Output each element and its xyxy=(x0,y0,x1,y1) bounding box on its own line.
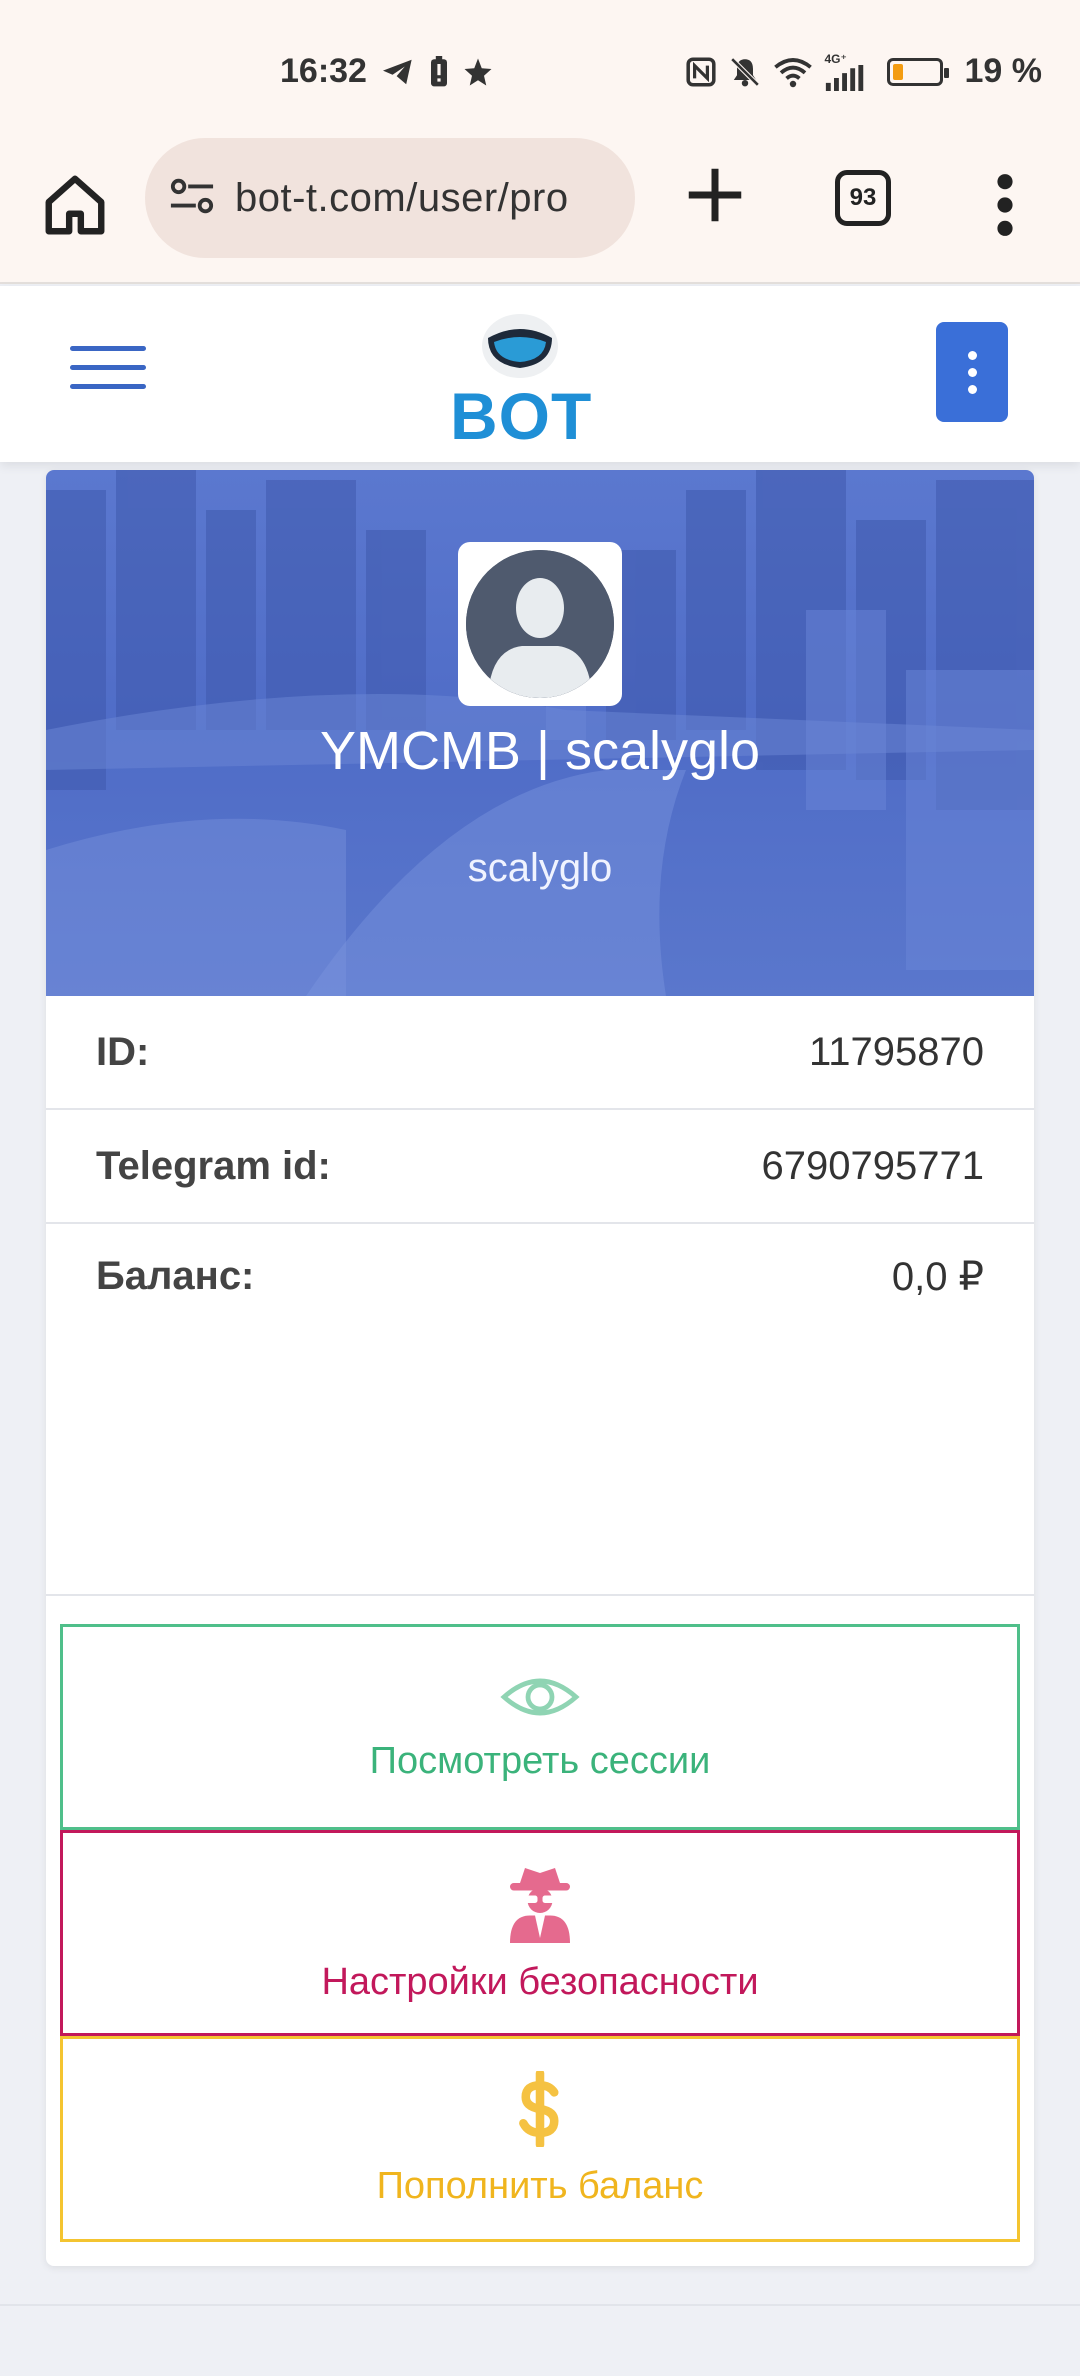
info-row-id: ID: 11795870 xyxy=(46,996,1034,1110)
site-settings-icon[interactable] xyxy=(169,176,215,221)
more-vert-icon xyxy=(997,174,1013,236)
app-header: BOT xyxy=(0,286,1080,462)
view-sessions-button[interactable]: Посмотреть сессии xyxy=(60,1624,1020,1830)
status-bar: 16:32 4G⁺ 19 % xyxy=(0,0,1080,130)
wifi-icon xyxy=(773,56,813,88)
home-icon xyxy=(45,175,105,235)
spy-icon xyxy=(510,1867,570,1943)
id-value: 11795870 xyxy=(809,1029,984,1074)
home-button[interactable] xyxy=(40,170,110,240)
eye-icon xyxy=(500,1678,580,1715)
mute-icon xyxy=(729,56,761,88)
security-settings-button[interactable]: Настройки безопасности xyxy=(60,1830,1020,2036)
top-up-balance-button[interactable]: Пополнить баланс xyxy=(60,2036,1020,2242)
logo-text: BOT xyxy=(450,379,593,453)
telegram-id-value: 6790795771 xyxy=(761,1143,984,1188)
avatar xyxy=(458,542,622,706)
battery-icon xyxy=(886,57,949,86)
app-options-button[interactable] xyxy=(936,322,1008,422)
telegram-icon xyxy=(381,57,415,87)
star-icon xyxy=(463,57,493,87)
telegram-id-label: Telegram id: xyxy=(96,1143,331,1188)
nfc-icon xyxy=(685,56,717,88)
id-label: ID: xyxy=(96,1029,150,1074)
balance-label: Баланс: xyxy=(96,1254,255,1298)
battery-percent: 19 % xyxy=(964,52,1043,90)
user-placeholder-icon xyxy=(466,550,614,698)
signal-icon: 4G⁺ xyxy=(825,53,869,91)
url-text[interactable]: bot-t.com/user/pro xyxy=(235,176,569,221)
plus-icon xyxy=(688,168,742,222)
balance-value: 0,0 ₽ xyxy=(891,1255,984,1299)
status-time-group: 16:32 xyxy=(280,52,493,91)
page-footer-divider xyxy=(0,2304,1080,2306)
top-up-balance-label: Пополнить баланс xyxy=(376,2164,704,2207)
security-settings-label: Настройки безопасности xyxy=(321,1960,759,2003)
address-bar[interactable]: bot-t.com/user/pro xyxy=(145,138,635,258)
status-right-group: 4G⁺ 19 % xyxy=(685,52,1043,91)
profile-card: YMCMB | scalyglo scalyglo ID: 11795870 T… xyxy=(46,470,1034,2266)
new-tab-button[interactable] xyxy=(680,160,750,230)
tab-switcher-button[interactable]: 93 xyxy=(835,170,891,226)
dollar-icon xyxy=(519,2070,559,2147)
bot-logo[interactable]: BOT xyxy=(440,306,600,456)
profile-display-name: YMCMB | scalyglo xyxy=(319,721,761,781)
browser-menu-button[interactable] xyxy=(990,170,1020,240)
browser-toolbar: bot-t.com/user/pro 93 xyxy=(0,130,1080,284)
view-sessions-label: Посмотреть сессии xyxy=(369,1739,711,1782)
clock: 16:32 xyxy=(280,52,367,90)
info-row-telegram-id: Telegram id: 6790795771 xyxy=(46,1110,1034,1224)
bot-helmet-icon xyxy=(482,314,558,378)
profile-hero: YMCMB | scalyglo scalyglo xyxy=(46,470,1034,996)
info-row-balance: Баланс: 0,0 ₽ xyxy=(46,1224,1034,1596)
hamburger-menu-button[interactable] xyxy=(70,346,146,396)
alert-battery-icon xyxy=(429,55,449,88)
network-type: 4G⁺ xyxy=(824,51,847,66)
profile-username: scalyglo xyxy=(467,846,613,890)
